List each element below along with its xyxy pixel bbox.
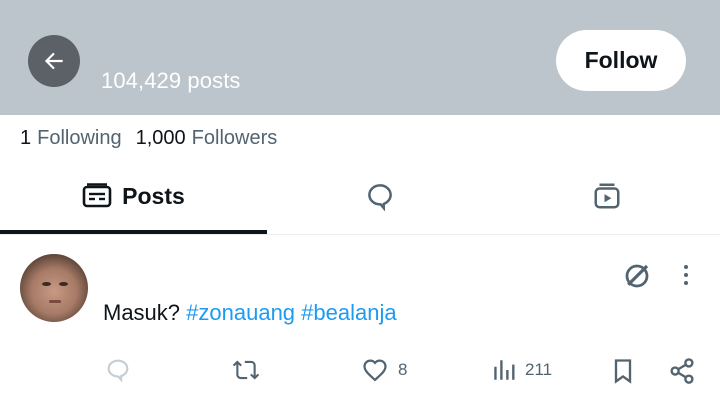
profile-tabs: Posts (0, 158, 720, 234)
posts-icon (82, 183, 112, 208)
views-button[interactable]: 211 (491, 356, 552, 384)
bookmark-icon (614, 359, 632, 384)
arrow-left-icon (44, 52, 63, 70)
avatar-mouth (49, 300, 61, 303)
following-link[interactable]: 1 Following (20, 127, 122, 150)
slash-circle-icon (625, 264, 649, 288)
repost-icon (232, 360, 260, 380)
back-button[interactable] (28, 35, 80, 87)
post-text-body: Masuk? (103, 300, 187, 325)
grok-icon[interactable] (622, 261, 652, 296)
avatar-eye (59, 282, 68, 286)
hashtag-link[interactable]: #zonauang (186, 300, 295, 325)
reply-button[interactable] (104, 356, 132, 384)
more-options-icon[interactable] (676, 263, 696, 294)
followers-link[interactable]: 1,000 Followers (136, 127, 278, 150)
like-button[interactable]: 8 (360, 356, 407, 384)
heart-icon (363, 359, 387, 382)
reply-icon (107, 359, 129, 383)
view-count: 211 (525, 360, 553, 379)
followers-count: 1,000 (135, 127, 186, 149)
media-icon (594, 183, 619, 209)
replies-icon (368, 184, 392, 211)
share-button[interactable] (667, 356, 697, 386)
tab-replies[interactable] (267, 158, 493, 234)
post-text: Masuk? #zonauang #bealanja (103, 300, 397, 326)
bookmark-button[interactable] (609, 356, 637, 386)
follow-stats: 1 Following 1,000 Followers (20, 127, 277, 150)
views-icon (494, 360, 515, 380)
hashtag-link[interactable]: #bealanja (301, 300, 396, 325)
post-count: 104,429 posts (101, 68, 241, 93)
avatar-eye (42, 282, 51, 286)
tab-media[interactable] (493, 158, 720, 234)
follow-button[interactable]: Follow (556, 30, 686, 91)
following-count: 1 (20, 127, 32, 149)
avatar[interactable] (20, 254, 88, 322)
followers-label: Followers (191, 127, 278, 149)
divider (0, 234, 720, 235)
tab-posts[interactable]: Posts (0, 158, 267, 234)
like-count: 8 (398, 360, 408, 379)
share-icon (670, 358, 694, 384)
repost-button[interactable] (230, 356, 262, 384)
tab-posts-label: Posts (122, 182, 185, 209)
following-label: Following (37, 127, 122, 149)
